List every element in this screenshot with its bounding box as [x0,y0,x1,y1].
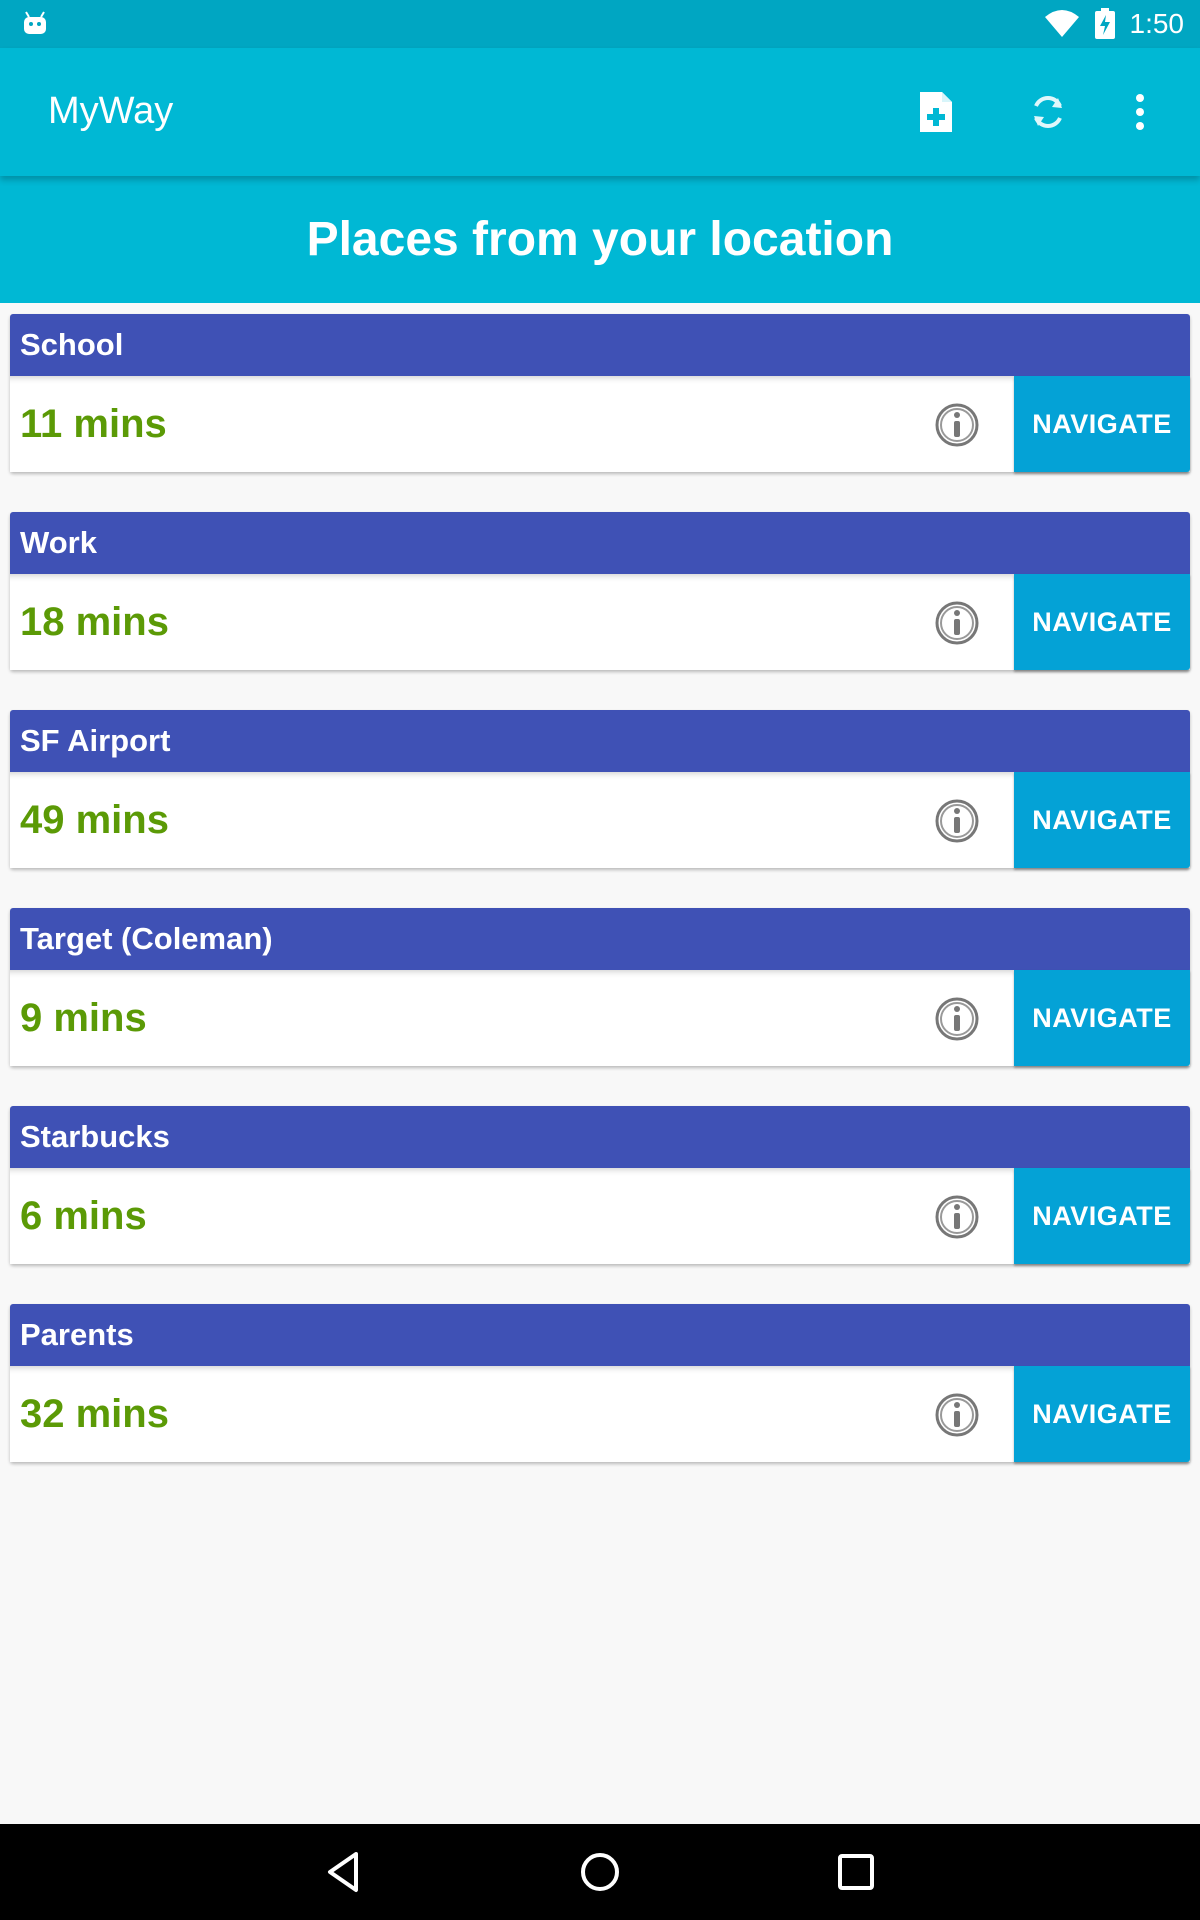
place-card-body: 9 mins NAVIGATE [10,970,1190,1066]
section-header: Places from your location [0,176,1200,303]
section-title: Places from your location [306,213,894,266]
travel-duration: 32 mins [20,1391,169,1436]
navigate-button[interactable]: NAVIGATE [1014,1366,1190,1462]
add-document-icon [920,92,952,132]
recents-icon[interactable] [832,1848,880,1896]
navigate-button[interactable]: NAVIGATE [1014,574,1190,670]
place-card: SF Airport 49 mins NAVIGATE [10,710,1190,868]
navigate-button[interactable]: NAVIGATE [1014,376,1190,472]
app-bar: MyWay [0,48,1200,176]
more-vertical-icon [1136,94,1144,130]
place-card: School 11 mins NAVIGATE [10,314,1190,472]
home-icon[interactable] [576,1848,624,1896]
info-icon[interactable] [934,1194,980,1240]
place-card: Target (Coleman) 9 mins NAVIGATE [10,908,1190,1066]
wifi-icon [1044,10,1079,37]
overflow-menu-button[interactable] [1112,84,1168,140]
place-card-body: 11 mins NAVIGATE [10,376,1190,472]
travel-duration: 9 mins [20,995,147,1040]
info-icon[interactable] [934,798,980,844]
refresh-button[interactable] [1020,84,1076,140]
android-notification-icon [24,11,46,34]
navigate-button[interactable]: NAVIGATE [1014,970,1190,1066]
place-card: Work 18 mins NAVIGATE [10,512,1190,670]
place-name: Parents [10,1304,1190,1366]
place-card-body: 18 mins NAVIGATE [10,574,1190,670]
place-card-body: 32 mins NAVIGATE [10,1366,1190,1462]
info-icon[interactable] [934,402,980,448]
info-icon[interactable] [934,1392,980,1438]
refresh-icon [1034,96,1062,128]
system-nav-bar [0,1824,1200,1920]
app-title: MyWay [48,90,174,132]
navigate-button[interactable]: NAVIGATE [1014,772,1190,868]
place-card-body: 49 mins NAVIGATE [10,772,1190,868]
travel-duration: 11 mins [20,401,167,446]
info-icon[interactable] [934,996,980,1042]
battery-charging-icon [1094,8,1115,39]
back-icon[interactable] [320,1848,368,1896]
status-bar: 1:50 [0,0,1200,48]
place-card: Parents 32 mins NAVIGATE [10,1304,1190,1462]
info-icon[interactable] [934,600,980,646]
travel-duration: 6 mins [20,1193,147,1238]
place-name: Work [10,512,1190,574]
travel-duration: 18 mins [20,599,169,644]
status-time: 1:50 [1129,8,1185,39]
place-card-body: 6 mins NAVIGATE [10,1168,1190,1264]
places-list: School 11 mins NAVIGATE Work 18 mins NAV… [10,314,1190,1502]
add-place-button[interactable] [908,84,964,140]
place-name: SF Airport [10,710,1190,772]
place-name: Target (Coleman) [10,908,1190,970]
navigate-button[interactable]: NAVIGATE [1014,1168,1190,1264]
place-name: School [10,314,1190,376]
travel-duration: 49 mins [20,797,169,842]
place-name: Starbucks [10,1106,1190,1168]
place-card: Starbucks 6 mins NAVIGATE [10,1106,1190,1264]
